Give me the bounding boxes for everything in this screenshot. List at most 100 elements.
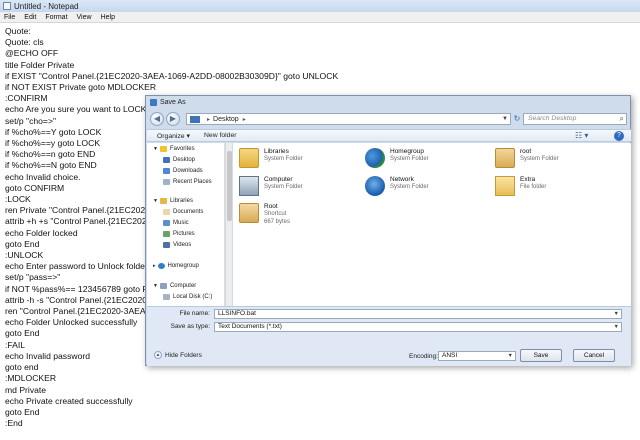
music-icon	[163, 220, 170, 226]
nav-desktop[interactable]: Desktop	[163, 157, 195, 163]
documents-icon	[163, 209, 170, 215]
nav-computer[interactable]: ▼ Computer	[153, 283, 196, 289]
file-name: Libraries	[264, 148, 289, 155]
file-list: Libraries System Folder Homegroup System F…	[233, 143, 631, 306]
computer-icon	[159, 283, 167, 289]
notepad-menubar: File Edit Format View Help	[0, 12, 640, 23]
forward-button[interactable]: ▶	[166, 112, 180, 126]
new-folder-button[interactable]: New folder	[204, 132, 237, 139]
file-item[interactable]: root System Folder	[495, 148, 559, 168]
nav-pictures[interactable]: Pictures	[163, 231, 195, 237]
navigation-scrollbar[interactable]	[225, 143, 232, 306]
text-line: md Private	[5, 384, 47, 395]
back-arrow-icon: ◀	[153, 114, 161, 123]
computer-icon	[239, 176, 259, 196]
refresh-button[interactable]: ↻	[512, 113, 522, 125]
pictures-icon	[163, 231, 170, 237]
scrollbar-thumb[interactable]	[227, 151, 232, 221]
folder-icon	[495, 176, 515, 196]
hide-folders-toggle[interactable]: ▲ Hide Folders	[154, 351, 202, 359]
save-button[interactable]: Save	[520, 349, 562, 362]
notepad-titlebar: Untitled - Notepad	[0, 0, 640, 12]
recent-places-icon	[163, 179, 170, 185]
nav-favorites[interactable]: ▼ Favorites	[153, 146, 195, 152]
file-item[interactable]: Root Shortcut 667 bytes	[239, 203, 290, 226]
nav-downloads[interactable]: Downloads	[163, 168, 203, 174]
menu-edit[interactable]: Edit	[24, 14, 36, 21]
save-icon	[150, 99, 157, 106]
dialog-bottom-panel: File name: LLSINFO.bat ▼ Save as type: T…	[147, 306, 631, 366]
chevron-right-icon: ▸	[153, 263, 156, 269]
chevron-down-icon[interactable]: ▼	[508, 352, 513, 360]
dialog-titlebar: Save As	[150, 99, 186, 106]
text-line: echo Private created successfully	[5, 395, 133, 406]
nav-homegroup[interactable]: ▸ Homegroup	[153, 263, 199, 269]
nav-local-disk[interactable]: Local Disk (C:)	[163, 294, 212, 300]
forward-arrow-icon: ▶	[169, 114, 177, 123]
menu-format[interactable]: Format	[45, 14, 67, 21]
chevron-down-icon: ▼	[153, 283, 158, 289]
change-view-icon[interactable]: ☷ ▾	[575, 131, 588, 140]
file-item[interactable]: Computer System Folder	[239, 176, 303, 196]
file-type: File folder	[520, 184, 547, 190]
save-as-type-select[interactable]: Text Documents (*.txt) ▼	[214, 322, 622, 332]
chevron-down-icon[interactable]: ▼	[614, 310, 619, 318]
save-as-type-label: Save as type:	[170, 323, 210, 330]
text-line: if NOT EXIST Private goto MDLOCKER	[5, 82, 157, 93]
menu-view[interactable]: View	[77, 14, 92, 21]
window-title: Untitled - Notepad	[14, 1, 79, 11]
nav-libraries[interactable]: ▼ Libraries	[153, 198, 193, 204]
file-name: Network	[390, 176, 414, 183]
file-name: root	[520, 148, 532, 155]
desktop-icon	[163, 157, 170, 163]
back-button[interactable]: ◀	[150, 112, 164, 126]
file-name: Computer	[264, 176, 293, 183]
libraries-icon	[239, 148, 259, 168]
chevron-down-icon: ▼	[153, 146, 158, 152]
hide-folders-label: Hide Folders	[165, 351, 202, 359]
file-name-value: LLSINFO.bat	[218, 310, 256, 317]
chevron-down-icon[interactable]: ▼	[614, 323, 619, 331]
nav-videos[interactable]: Videos	[163, 242, 191, 248]
shortcut-icon	[239, 203, 259, 223]
nav-recent-places[interactable]: Recent Places	[163, 179, 212, 185]
address-crumb-desktop[interactable]: Desktop	[213, 116, 239, 123]
cancel-button[interactable]: Cancel	[573, 349, 615, 362]
file-name: Homegroup	[390, 148, 424, 155]
organize-button[interactable]: Organize ▾	[157, 132, 190, 140]
address-bar[interactable]: ▸ Desktop ▸ ▼	[186, 113, 511, 125]
file-name-input[interactable]: LLSINFO.bat ▼	[214, 309, 622, 319]
help-icon[interactable]: ?	[614, 131, 624, 141]
desktop-icon	[190, 115, 200, 123]
homegroup-icon	[157, 263, 165, 269]
save-as-type-value: Text Documents (*.txt)	[218, 323, 282, 330]
libraries-icon	[159, 198, 167, 204]
file-item[interactable]: Homegroup System Folder	[365, 148, 429, 168]
chevron-down-icon: ▼	[153, 198, 158, 204]
menu-file[interactable]: File	[4, 14, 15, 21]
text-line: :End	[5, 418, 23, 429]
encoding-select[interactable]: ANSI ▼	[438, 351, 516, 361]
notepad-icon	[3, 2, 11, 10]
nav-music[interactable]: Music	[163, 220, 189, 226]
file-item[interactable]: Libraries System Folder	[239, 148, 303, 168]
text-line: goto End	[5, 406, 40, 417]
chevron-right-icon[interactable]: ▸	[243, 116, 246, 123]
downloads-icon	[163, 168, 170, 174]
refresh-icon: ↻	[513, 114, 521, 123]
file-type: System Folder	[520, 156, 559, 162]
file-type: System Folder	[390, 184, 429, 190]
navigation-pane: ▼ Favorites Desktop Downloads Recent Plac…	[147, 143, 225, 306]
search-placeholder: Search Desktop	[528, 115, 577, 122]
chevron-down-icon[interactable]: ▼	[502, 116, 508, 122]
search-input[interactable]: Search Desktop ⌕	[523, 113, 627, 125]
nav-documents[interactable]: Documents	[163, 209, 203, 215]
file-size: 667 bytes	[264, 219, 291, 225]
menu-help[interactable]: Help	[101, 14, 115, 21]
file-item[interactable]: Network System Folder	[365, 176, 429, 196]
dialog-toolbar: Organize ▾ New folder ☷ ▾ ?	[147, 129, 631, 142]
videos-icon	[163, 242, 170, 248]
text-line: @ECHO OFF	[5, 48, 59, 59]
file-item[interactable]: Extra File folder	[495, 176, 546, 196]
file-name: Extra	[520, 176, 536, 183]
